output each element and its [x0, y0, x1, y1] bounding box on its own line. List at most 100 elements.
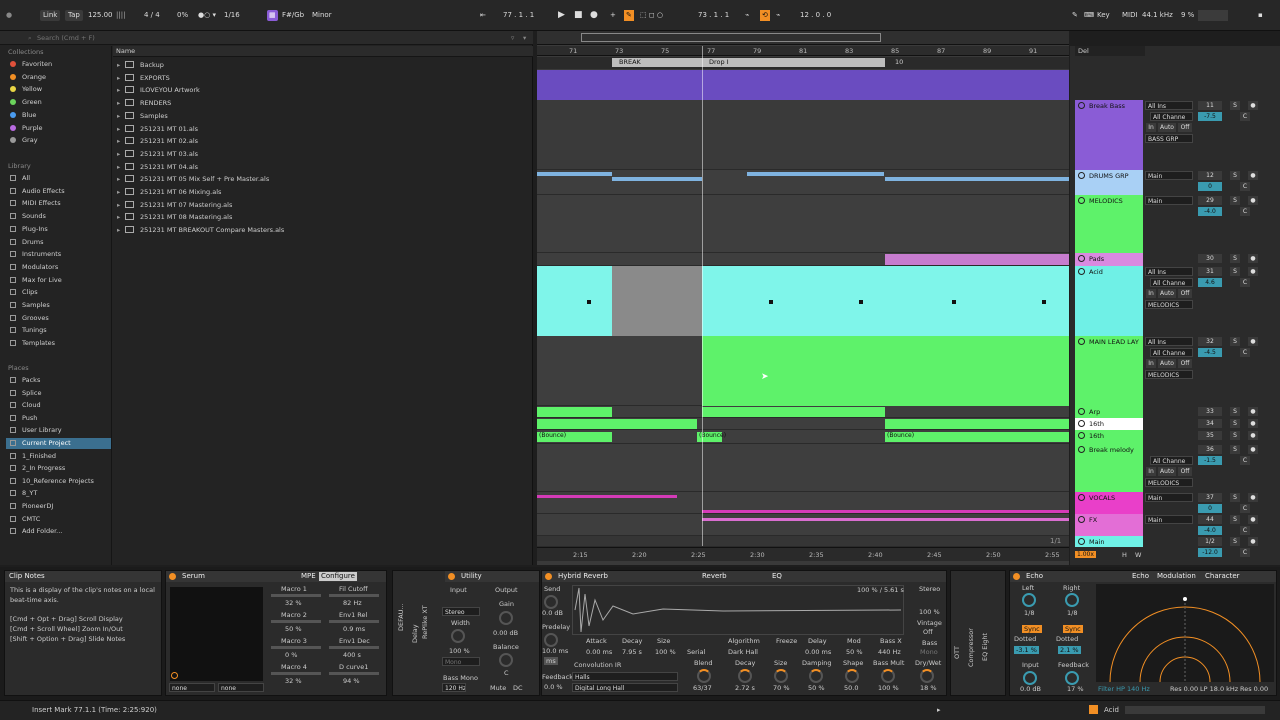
attack-value[interactable]: 0.00 ms	[586, 648, 612, 656]
track-fold-icon[interactable]	[1078, 446, 1085, 453]
power-icon[interactable]	[169, 573, 176, 580]
library-item[interactable]: Samples	[10, 300, 50, 311]
record-mode-icon[interactable]: ●○ ▾	[198, 10, 216, 21]
draw-mode-icon[interactable]: ✎	[1072, 10, 1078, 21]
loop-button[interactable]: ⟲	[760, 10, 770, 21]
file-row[interactable]: ▸ 251231 MT 01.als	[117, 123, 198, 135]
lane-vocals[interactable]	[537, 492, 1069, 514]
lane-arp[interactable]	[537, 406, 1069, 418]
tap-button[interactable]: Tap	[65, 10, 83, 21]
arm-button[interactable]: ●	[1248, 254, 1258, 263]
feedback-knob[interactable]	[1065, 671, 1079, 685]
track-fold-icon[interactable]	[1078, 172, 1085, 179]
time-ruler[interactable]: 2:15 2:20 2:25 2:30 2:35 2:40 2:45 2:50 2:55	[537, 547, 1069, 561]
in-button[interactable]: In	[1146, 359, 1156, 368]
key-select[interactable]: F#/Gb	[282, 10, 304, 21]
expand-icon[interactable]: ▸	[117, 173, 125, 185]
arm-button[interactable]: ●	[1248, 419, 1258, 428]
loop-brace[interactable]	[612, 58, 885, 67]
library-item[interactable]: Grooves	[10, 313, 49, 324]
lane-16th-b[interactable]: (Bounce) (Bounce) (Bounce)	[537, 430, 1069, 444]
expand-icon[interactable]: ▸	[117, 123, 125, 135]
size-value[interactable]: 100 %	[655, 648, 676, 656]
library-item[interactable]: MIDI Effects	[10, 198, 61, 209]
output-select[interactable]: MELODICS	[1145, 370, 1193, 379]
expand-icon[interactable]: ▸	[117, 72, 125, 84]
arm-button[interactable]: ●	[1248, 493, 1258, 502]
track-header[interactable]: DRUMS GRP	[1075, 170, 1143, 195]
metronome-icon[interactable]: ||||	[116, 10, 125, 21]
bass-value[interactable]: Mono	[920, 648, 938, 656]
library-item[interactable]: Modulators	[10, 262, 58, 273]
quantization-select[interactable]: 1/16	[224, 10, 240, 21]
expand-icon[interactable]: ▸	[117, 186, 125, 198]
track-fold-icon[interactable]	[1078, 102, 1085, 109]
digital-hall-select[interactable]: Digital Long Hall	[572, 683, 678, 692]
places-item[interactable]: Current Project	[6, 438, 111, 449]
solo-button[interactable]: S	[1230, 537, 1240, 546]
lane-acid[interactable]	[537, 266, 1069, 336]
volume-value[interactable]: 4.6	[1198, 278, 1222, 287]
channel-select[interactable]: All Channe	[1150, 278, 1193, 287]
configure-button[interactable]: Configure	[319, 572, 357, 581]
center-button[interactable]: C	[1240, 526, 1250, 535]
left-knob[interactable]	[1022, 593, 1036, 607]
loop-length-field[interactable]: 12 . 0 . 0	[800, 10, 831, 21]
right-knob[interactable]	[1065, 593, 1079, 607]
meter-field[interactable]: 4 / 4	[144, 10, 160, 21]
vintage-value[interactable]: Off	[923, 628, 933, 636]
output-select[interactable]: BASS GRP	[1145, 134, 1193, 143]
center-button[interactable]: C	[1240, 182, 1250, 191]
track-number[interactable]: 44	[1198, 515, 1222, 524]
expand-icon[interactable]: ▸	[117, 59, 125, 71]
file-row[interactable]: ▸ RENDERS	[117, 97, 171, 109]
solo-button[interactable]: S	[1230, 419, 1240, 428]
output-select[interactable]: MELODICS	[1145, 478, 1193, 487]
track-fold-icon[interactable]	[1078, 268, 1085, 275]
clip-acid-1[interactable]	[537, 266, 612, 336]
clip-16th-2[interactable]	[885, 419, 1069, 429]
off-button[interactable]: Off	[1178, 123, 1192, 132]
in-button[interactable]: In	[1146, 123, 1156, 132]
gain-knob[interactable]	[499, 611, 513, 625]
places-item[interactable]: CMTC	[10, 514, 40, 525]
track-number[interactable]: 31	[1198, 267, 1222, 276]
places-item[interactable]: 1_Finished	[10, 451, 56, 462]
dropdown-icon[interactable]: ▾	[523, 34, 526, 42]
clip-drums-3[interactable]	[747, 172, 884, 176]
center-button[interactable]: C	[1240, 112, 1250, 121]
clip-drums-1[interactable]	[537, 172, 612, 176]
lane-fx[interactable]	[537, 514, 1069, 536]
left-sync-button[interactable]: Sync	[1022, 625, 1042, 633]
serum-display[interactable]	[170, 587, 263, 681]
macro-slider[interactable]	[271, 594, 321, 597]
expand-icon[interactable]: ▸	[117, 199, 125, 211]
input-select[interactable]: Main	[1145, 196, 1193, 205]
bass-mono-freq[interactable]: 120 Hz	[442, 683, 466, 692]
volume-value[interactable]: -4.0	[1198, 526, 1222, 535]
solo-button[interactable]: S	[1230, 254, 1240, 263]
collection-item[interactable]: Favoriten	[10, 59, 52, 70]
track-header[interactable]: 16th	[1075, 430, 1143, 444]
volume-value[interactable]: 0	[1198, 504, 1222, 513]
w-button[interactable]: W	[1135, 551, 1141, 559]
reverb-tab[interactable]: Reverb	[702, 571, 727, 582]
decay-value[interactable]: 7.95 s	[622, 648, 642, 656]
ms-button[interactable]: ms	[544, 657, 558, 665]
search-input[interactable]	[37, 33, 477, 43]
solo-button[interactable]: S	[1230, 407, 1240, 416]
locator-10[interactable]: 10	[895, 58, 903, 66]
track-number[interactable]: 29	[1198, 196, 1222, 205]
overview-window[interactable]	[581, 33, 881, 42]
track-number[interactable]: 30	[1198, 254, 1222, 263]
macro-slider[interactable]	[329, 620, 379, 623]
midi-map-button[interactable]: MIDI	[1122, 10, 1138, 21]
volume-value[interactable]: -4.0	[1198, 207, 1222, 216]
bassmult-knob[interactable]	[881, 669, 895, 683]
places-item[interactable]: PioneerDJ	[10, 501, 53, 512]
track-fold-icon[interactable]	[1078, 408, 1085, 415]
follow-icon[interactable]: ⇤	[480, 10, 486, 21]
solo-button[interactable]: S	[1230, 267, 1240, 276]
output-select[interactable]: MELODICS	[1145, 300, 1193, 309]
lane-16th-a[interactable]	[537, 418, 1069, 430]
